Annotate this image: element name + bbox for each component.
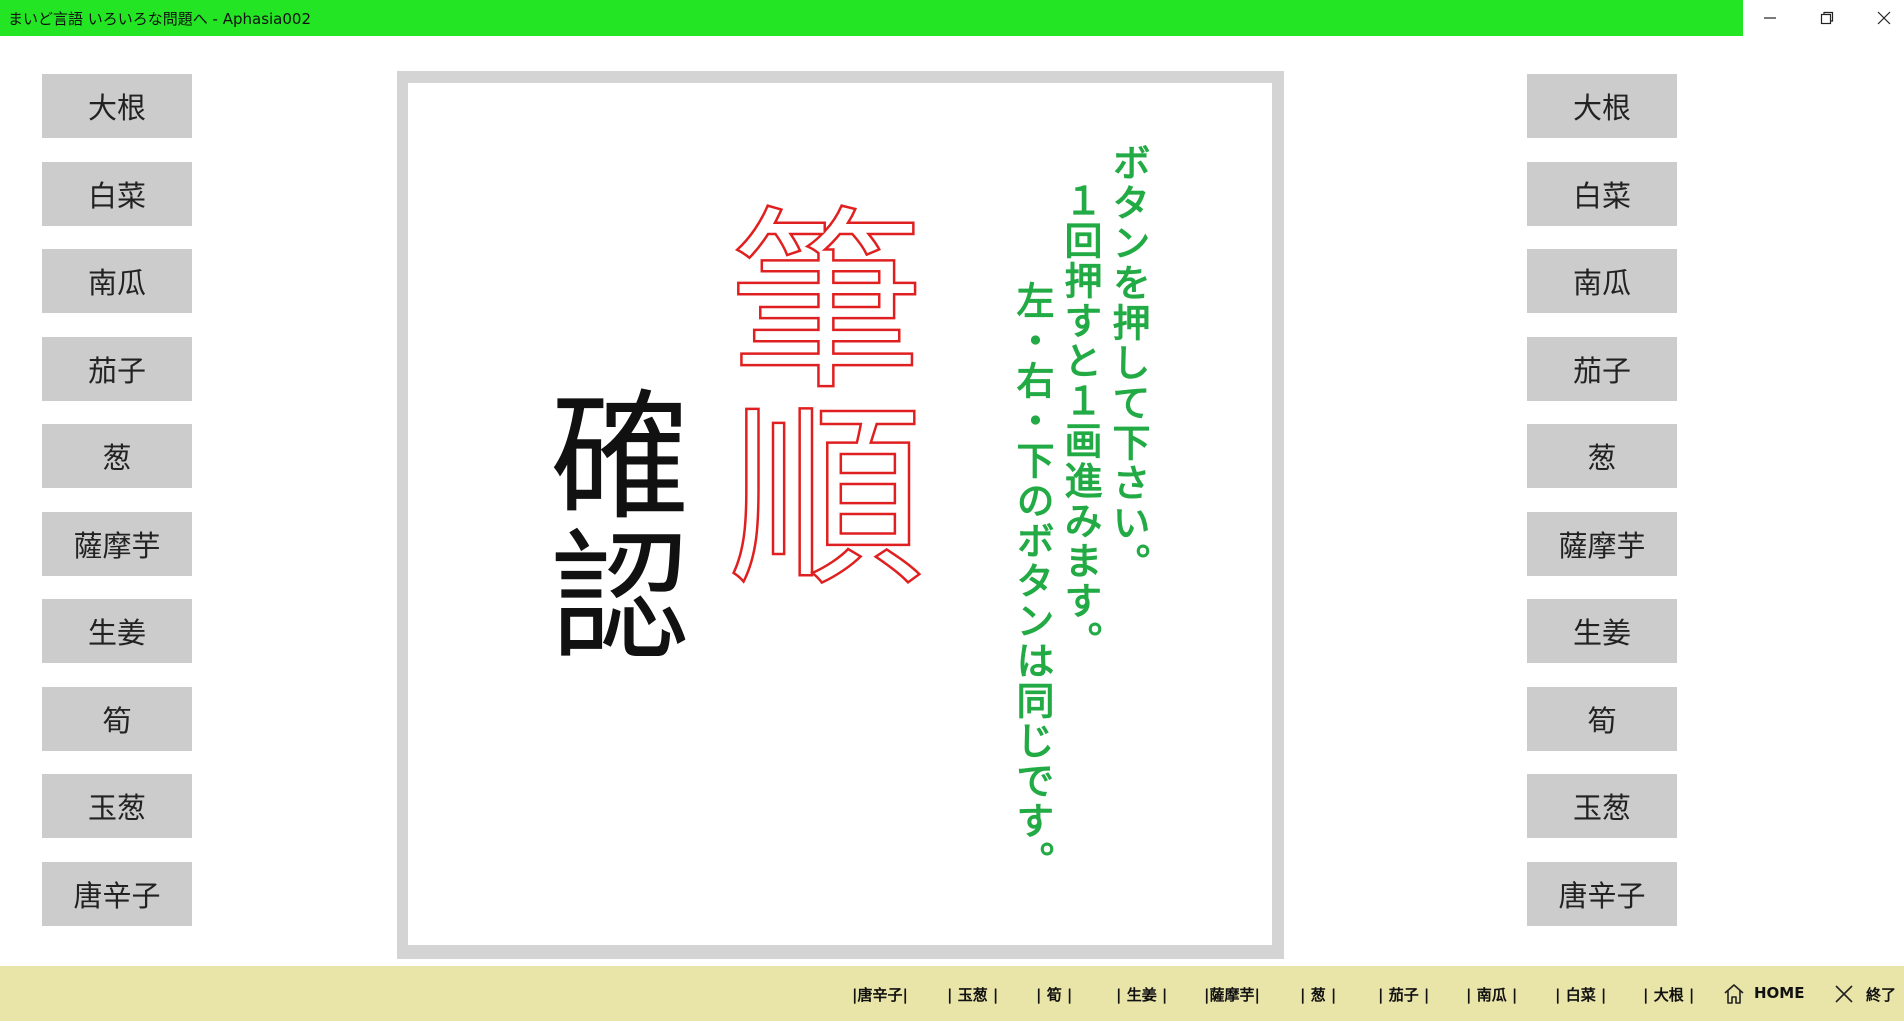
- left-button-daikon[interactable]: 大根: [42, 74, 192, 138]
- left-button-tougarashi[interactable]: 唐辛子: [42, 861, 192, 926]
- title-bar: まいど言語 いろいろな問題へ - Aphasia002: [0, 0, 1904, 36]
- right-button-kabocha[interactable]: 南瓜: [1527, 249, 1677, 313]
- right-button-tougarashi[interactable]: 唐辛子: [1527, 861, 1677, 926]
- stroke-order-heading: 筆順: [694, 197, 925, 592]
- nav-nasu[interactable]: | 茄子 |: [1378, 984, 1429, 1005]
- exit-icon[interactable]: [1832, 982, 1856, 1006]
- home-button[interactable]: HOME: [1754, 984, 1804, 1002]
- bottom-nav-bar: |唐辛子| | 玉葱 | | 筍 | | 生姜 | |薩摩芋| | 葱 | | …: [0, 966, 1904, 1021]
- close-icon: [1877, 11, 1891, 25]
- right-button-negi[interactable]: 葱: [1527, 424, 1677, 488]
- nav-hakusai[interactable]: | 白菜 |: [1555, 984, 1606, 1005]
- exit-button[interactable]: 終了: [1866, 984, 1896, 1005]
- close-button[interactable]: [1857, 0, 1904, 36]
- left-button-tamanegi[interactable]: 玉葱: [42, 774, 192, 838]
- left-button-column: 大根 白菜 南瓜 茄子 葱 薩摩芋 生姜 筍 玉葱 唐辛子: [42, 74, 192, 949]
- nav-satsumaimo[interactable]: |薩摩芋|: [1204, 984, 1260, 1005]
- right-button-column: 大根 白菜 南瓜 茄子 葱 薩摩芋 生姜 筍 玉葱 唐辛子: [1527, 74, 1677, 949]
- left-button-satsumaimo[interactable]: 薩摩芋: [42, 511, 192, 576]
- nav-tougarashi[interactable]: |唐辛子|: [852, 984, 908, 1005]
- right-button-hakusai[interactable]: 白菜: [1527, 161, 1677, 226]
- left-button-shouga[interactable]: 生姜: [42, 599, 192, 663]
- instruction-line-2: １回押すと１画進みます。: [1058, 181, 1102, 661]
- instructions-text: ボタンを押して下さい。 １回押すと１画進みます。 左・右・下のボタンは同じです。: [1008, 143, 1152, 881]
- confirm-text: 確認: [526, 383, 689, 663]
- nav-negi[interactable]: | 葱 |: [1300, 984, 1336, 1005]
- window-title: まいど言語 いろいろな問題へ - Aphasia002: [8, 10, 312, 28]
- restore-button[interactable]: [1800, 0, 1854, 36]
- nav-shouga[interactable]: | 生姜 |: [1116, 984, 1167, 1005]
- minimize-button[interactable]: [1743, 0, 1797, 36]
- nav-tamanegi[interactable]: | 玉葱 |: [947, 984, 998, 1005]
- left-button-hakusai[interactable]: 白菜: [42, 161, 192, 226]
- right-button-nasu[interactable]: 茄子: [1527, 336, 1677, 401]
- stroke-order-frame: 筆順 確認 ボタンを押して下さい。 １回押すと１画進みます。 左・右・下のボタン…: [397, 71, 1284, 959]
- left-button-negi[interactable]: 葱: [42, 424, 192, 488]
- right-button-takenoko[interactable]: 筍: [1527, 686, 1677, 751]
- stroke-order-canvas[interactable]: 筆順 確認 ボタンを押して下さい。 １回押すと１画進みます。 左・右・下のボタン…: [408, 83, 1272, 945]
- instruction-line-3: 左・右・下のボタンは同じです。: [1010, 281, 1054, 881]
- nav-kabocha[interactable]: | 南瓜 |: [1466, 984, 1517, 1005]
- left-button-nasu[interactable]: 茄子: [42, 336, 192, 401]
- left-button-takenoko[interactable]: 筍: [42, 686, 192, 751]
- right-button-shouga[interactable]: 生姜: [1527, 599, 1677, 663]
- nav-takenoko[interactable]: | 筍 |: [1036, 984, 1072, 1005]
- left-button-kabocha[interactable]: 南瓜: [42, 249, 192, 313]
- nav-daikon[interactable]: | 大根 |: [1643, 984, 1694, 1005]
- right-button-satsumaimo[interactable]: 薩摩芋: [1527, 511, 1677, 576]
- instruction-line-1: ボタンを押して下さい。: [1106, 143, 1150, 583]
- restore-icon: [1820, 11, 1834, 25]
- right-button-daikon[interactable]: 大根: [1527, 74, 1677, 138]
- minimize-icon: [1764, 17, 1776, 19]
- right-button-tamanegi[interactable]: 玉葱: [1527, 774, 1677, 838]
- home-icon[interactable]: [1722, 982, 1746, 1006]
